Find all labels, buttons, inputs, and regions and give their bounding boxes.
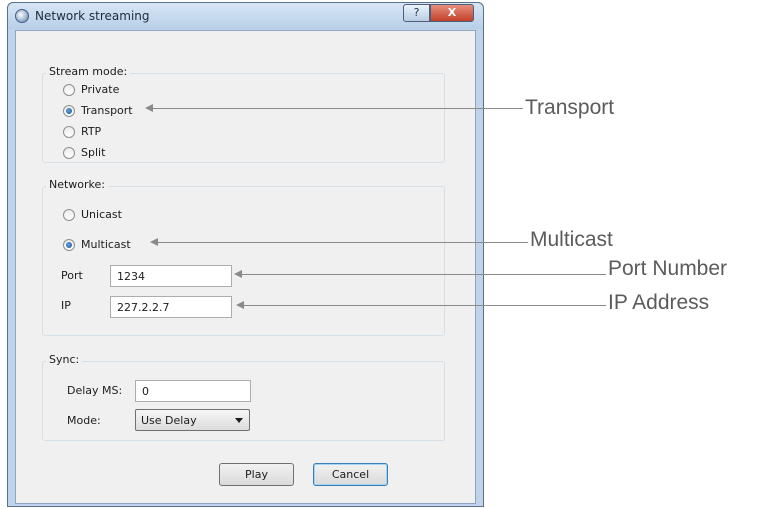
ip-input[interactable]: 227.2.2.7: [110, 296, 232, 318]
radio-private-label: Private: [81, 83, 120, 96]
transport-callout-line: [152, 108, 523, 109]
network-label: Networke:: [46, 178, 109, 191]
window-title: Network streaming: [35, 9, 150, 23]
ip-callout-line: [243, 305, 606, 306]
port-label: Port: [61, 269, 83, 282]
multicast-annotation: Multicast: [530, 228, 613, 251]
ip-address-annotation: IP Address: [608, 291, 710, 314]
dialog-window: Network streaming ? X Stream mode: Priva…: [7, 2, 484, 507]
transport-annotation: Transport: [525, 96, 615, 119]
app-icon: [15, 9, 29, 23]
dialog-client-area: Stream mode: Private Transport RTP Split…: [15, 30, 476, 504]
mode-select-value: Use Delay: [141, 414, 197, 427]
radio-split[interactable]: Split: [63, 146, 105, 159]
radio-rtp-indicator[interactable]: [63, 125, 75, 138]
delay-label: Delay MS:: [67, 384, 123, 397]
close-button[interactable]: X: [430, 4, 474, 22]
sync-label: Sync:: [46, 353, 83, 366]
radio-multicast-label: Multicast: [81, 238, 131, 251]
port-callout-line: [241, 274, 606, 275]
radio-multicast[interactable]: Multicast: [63, 238, 131, 251]
port-number-annotation: Port Number: [608, 257, 728, 280]
mode-select[interactable]: Use Delay: [135, 409, 250, 431]
port-input[interactable]: 1234: [110, 265, 232, 287]
ip-label: IP: [61, 299, 71, 312]
mode-label: Mode:: [67, 414, 101, 427]
help-button[interactable]: ?: [403, 4, 430, 22]
radio-private-indicator[interactable]: [63, 83, 75, 96]
radio-transport[interactable]: Transport: [63, 104, 133, 117]
radio-private[interactable]: Private: [63, 83, 119, 96]
radio-multicast-indicator[interactable]: [63, 238, 75, 251]
radio-rtp-label: RTP: [81, 125, 102, 138]
title-bar[interactable]: Network streaming ? X: [8, 3, 483, 29]
chevron-down-icon: [235, 418, 243, 423]
radio-unicast[interactable]: Unicast: [63, 208, 122, 221]
radio-rtp[interactable]: RTP: [63, 125, 101, 138]
play-button[interactable]: Play: [219, 463, 294, 486]
stream-mode-label: Stream mode:: [46, 65, 131, 78]
radio-unicast-indicator[interactable]: [63, 208, 75, 221]
radio-split-label: Split: [81, 146, 106, 159]
radio-split-indicator[interactable]: [63, 146, 75, 159]
radio-transport-label: Transport: [81, 104, 133, 117]
radio-transport-indicator[interactable]: [63, 104, 75, 117]
radio-unicast-label: Unicast: [81, 208, 122, 221]
multicast-callout-line: [157, 242, 528, 243]
cancel-button[interactable]: Cancel: [313, 463, 388, 486]
delay-input[interactable]: 0: [135, 380, 251, 402]
